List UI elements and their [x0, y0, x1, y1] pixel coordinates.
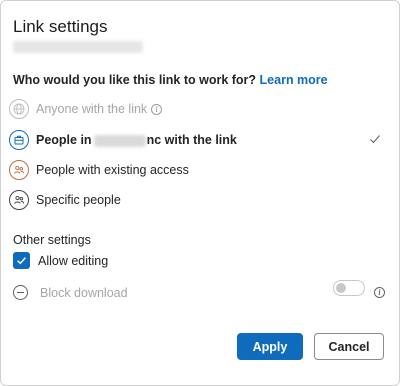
specific-people-icon [9, 190, 29, 210]
info-icon[interactable]: i [151, 103, 163, 115]
apply-button[interactable]: Apply [237, 333, 303, 360]
link-settings-dialog: Link settings Who would you like this li… [0, 0, 400, 386]
dialog-title: Link settings [13, 17, 108, 36]
option-people-in-org-label: People in nc with the link [36, 133, 237, 147]
option-existing-access[interactable]: People with existing access [9, 159, 393, 181]
option-specific-people-label: Specific people [36, 193, 121, 207]
redacted-org-name [93, 134, 146, 147]
option-people-in-suffix: nc with the link [146, 133, 237, 147]
allow-editing-row[interactable]: Allow editing [13, 252, 108, 269]
other-settings-heading: Other settings [13, 233, 91, 247]
audience-question: Who would you like this link to work for… [13, 73, 328, 87]
checkmark-icon [17, 257, 26, 265]
people-existing-icon [9, 160, 29, 180]
learn-more-link[interactable]: Learn more [260, 73, 328, 87]
option-existing-access-label: People with existing access [36, 163, 189, 177]
audience-question-text: Who would you like this link to work for… [13, 73, 257, 87]
option-people-in-prefix: People in [36, 133, 92, 147]
info-icon[interactable]: i [374, 287, 385, 298]
option-anyone-with-link: Anyone with the link i [9, 98, 393, 120]
block-download-toggle[interactable] [333, 280, 365, 296]
option-specific-people[interactable]: Specific people [9, 189, 393, 211]
allow-editing-checkbox[interactable] [13, 252, 30, 269]
block-icon [13, 285, 28, 300]
building-icon [9, 130, 29, 150]
globe-icon [9, 99, 29, 119]
redacted-file-name [13, 41, 143, 53]
option-anyone-label: Anyone with the link [36, 102, 148, 116]
block-download-row: Block download [13, 285, 128, 300]
block-download-label: Block download [40, 285, 128, 300]
toggle-knob [336, 283, 346, 293]
checkmark-icon [370, 135, 380, 144]
option-people-in-org[interactable]: People in nc with the link [9, 129, 393, 151]
cancel-button[interactable]: Cancel [314, 333, 384, 360]
allow-editing-label: Allow editing [38, 253, 109, 268]
